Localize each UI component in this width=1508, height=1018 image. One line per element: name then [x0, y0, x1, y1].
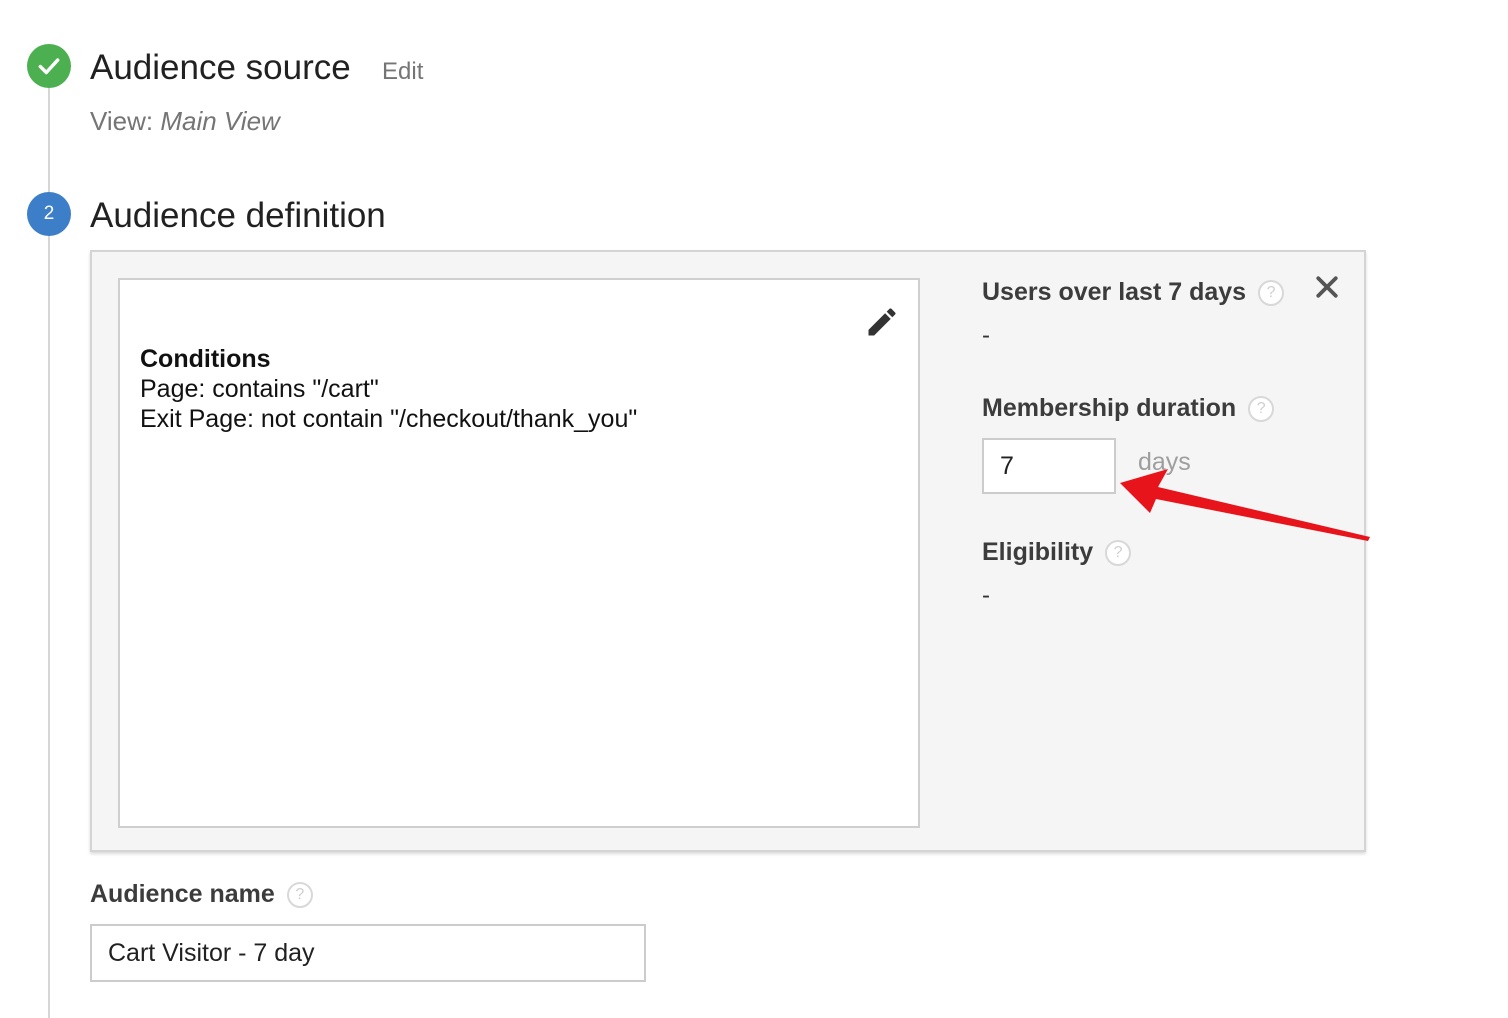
checkmark-icon	[38, 58, 60, 75]
step-complete-badge	[27, 44, 71, 88]
membership-duration-input[interactable]	[982, 438, 1116, 494]
days-unit-label: days	[1138, 448, 1191, 476]
users-label-text: Users over last 7 days	[982, 278, 1247, 306]
audience-definition-panel: Conditions Page: contains "/cart" Exit P…	[90, 250, 1366, 852]
membership-duration-label: Membership duration ?	[982, 394, 1275, 423]
audience-name-label-text: Audience name	[90, 880, 275, 908]
view-info: View: Main View	[90, 106, 280, 137]
edit-source-link[interactable]: Edit	[382, 58, 423, 86]
pencil-icon[interactable]	[864, 304, 900, 340]
help-icon[interactable]: ?	[1105, 539, 1132, 566]
conditions-summary: Conditions Page: contains "/cart" Exit P…	[140, 344, 637, 434]
eligibility-label-text: Eligibility	[982, 538, 1094, 566]
audience-definition-title: Audience definition	[90, 196, 386, 235]
view-value: Main View	[160, 106, 280, 136]
membership-label-text: Membership duration	[982, 394, 1237, 422]
help-icon[interactable]: ?	[1248, 395, 1275, 422]
conditions-box: Conditions Page: contains "/cart" Exit P…	[118, 278, 920, 828]
eligibility-value: -	[982, 582, 990, 609]
view-prefix: View:	[90, 106, 154, 136]
audience-name-label: Audience name ?	[90, 880, 313, 909]
condition-line: Exit Page: not contain "/checkout/thank_…	[140, 405, 638, 433]
users-value: -	[982, 322, 990, 349]
audience-source-title: Audience source	[90, 48, 351, 87]
users-over-last-7-days-label: Users over last 7 days ?	[982, 278, 1285, 307]
eligibility-label: Eligibility ?	[982, 538, 1132, 567]
audience-name-input[interactable]	[90, 924, 646, 982]
help-icon[interactable]: ?	[286, 881, 313, 908]
condition-line: Page: contains "/cart"	[140, 375, 379, 403]
conditions-heading: Conditions	[140, 345, 271, 373]
close-icon[interactable]	[1312, 272, 1342, 302]
help-icon[interactable]: ?	[1258, 279, 1285, 306]
step-number-badge: 2	[27, 192, 71, 236]
